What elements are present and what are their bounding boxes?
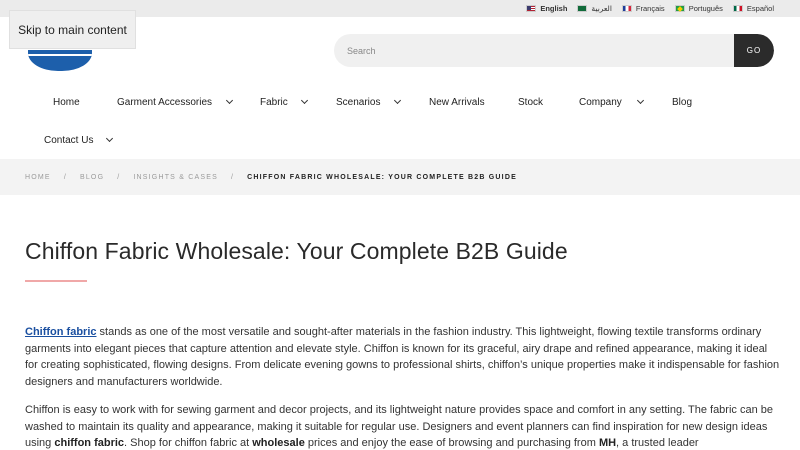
paragraph-text: , a trusted leader bbox=[616, 437, 699, 449]
breadcrumb-separator: / bbox=[63, 173, 67, 181]
article-paragraph-2: Chiffon is easy to work with for sewing … bbox=[25, 402, 780, 450]
bold-keyword: wholesale bbox=[252, 437, 305, 449]
article-paragraph-1: Chiffon fabric stands as one of the most… bbox=[25, 324, 780, 390]
mexico-flag-icon bbox=[732, 5, 743, 12]
nav-label: Scenarios bbox=[336, 97, 381, 108]
language-spanish[interactable]: Español bbox=[732, 4, 774, 13]
language-label: English bbox=[540, 4, 568, 13]
nav-label: Contact Us bbox=[44, 135, 94, 146]
chiffon-fabric-link[interactable]: Chiffon fabric bbox=[25, 326, 97, 338]
paragraph-text: . Shop for chiffon fabric at bbox=[124, 437, 253, 449]
language-arabic[interactable]: العربية bbox=[577, 4, 612, 13]
language-french[interactable]: Français bbox=[621, 4, 665, 13]
nav-fabric[interactable]: Fabric bbox=[260, 96, 309, 108]
language-label: Français bbox=[635, 4, 665, 13]
skip-to-main-content-link[interactable]: Skip to main content bbox=[9, 10, 136, 49]
breadcrumb: HOME / BLOG / INSIGHTS & CASES / CHIFFON… bbox=[25, 159, 517, 195]
us-flag-icon bbox=[526, 5, 537, 12]
language-portuguese[interactable]: Português bbox=[674, 4, 723, 13]
paragraph-text: stands as one of the most versatile and … bbox=[25, 326, 780, 388]
french-flag-icon bbox=[621, 5, 632, 12]
nav-label: Home bbox=[53, 97, 80, 108]
nav-label: Garment Accessories bbox=[117, 97, 213, 108]
brazil-flag-icon bbox=[674, 5, 685, 12]
bold-keyword: MH bbox=[598, 437, 617, 449]
nav-garment-accessories[interactable]: Garment Accessories bbox=[117, 96, 234, 108]
breadcrumb-current-page: CHIFFON FABRIC WHOLESALE: YOUR COMPLETE … bbox=[247, 173, 517, 181]
nav-label: New Arrivals bbox=[429, 97, 485, 108]
nav-label: Company bbox=[579, 97, 622, 108]
nav-label: Stock bbox=[518, 97, 544, 108]
chevron-down-icon bbox=[300, 96, 309, 105]
nav-scenarios[interactable]: Scenarios bbox=[336, 96, 402, 108]
nav-label: Blog bbox=[672, 97, 693, 108]
breadcrumb-separator: / bbox=[117, 173, 121, 181]
breadcrumb-bar: HOME / BLOG / INSIGHTS & CASES / CHIFFON… bbox=[0, 159, 800, 195]
title-underline-divider bbox=[25, 280, 87, 282]
nav-company[interactable]: Company bbox=[579, 96, 645, 108]
paragraph-text: prices and enjoy the ease of browsing an… bbox=[304, 437, 599, 449]
breadcrumb-blog[interactable]: BLOG bbox=[80, 174, 104, 181]
nav-home[interactable]: Home bbox=[53, 97, 80, 108]
breadcrumb-separator: / bbox=[230, 173, 235, 181]
search-input[interactable] bbox=[334, 34, 734, 67]
breadcrumb-home[interactable]: HOME bbox=[25, 174, 51, 181]
search-bar: GO bbox=[334, 34, 774, 67]
breadcrumb-insights-cases[interactable]: INSIGHTS & CASES bbox=[133, 174, 218, 181]
page-title: Chiffon Fabric Wholesale: Your Complete … bbox=[25, 238, 568, 264]
nav-blog[interactable]: Blog bbox=[672, 97, 692, 108]
nav-stock[interactable]: Stock bbox=[518, 97, 543, 108]
chevron-down-icon bbox=[105, 134, 114, 143]
search-go-button[interactable]: GO bbox=[734, 34, 774, 67]
chevron-down-icon bbox=[636, 96, 645, 105]
chevron-down-icon bbox=[393, 96, 402, 105]
nav-contact-us[interactable]: Contact Us bbox=[44, 134, 114, 146]
language-label: العربية bbox=[591, 4, 612, 13]
language-switcher: English العربية Français Português Españ… bbox=[526, 0, 774, 17]
bold-keyword: chiffon fabric bbox=[54, 437, 125, 449]
language-english[interactable]: English bbox=[526, 4, 567, 13]
nav-new-arrivals[interactable]: New Arrivals bbox=[429, 97, 485, 108]
nav-label: Fabric bbox=[260, 97, 288, 108]
chevron-down-icon bbox=[225, 96, 234, 105]
language-label: Português bbox=[688, 4, 723, 13]
language-label: Español bbox=[746, 4, 774, 13]
saudi-flag-icon bbox=[577, 5, 588, 12]
